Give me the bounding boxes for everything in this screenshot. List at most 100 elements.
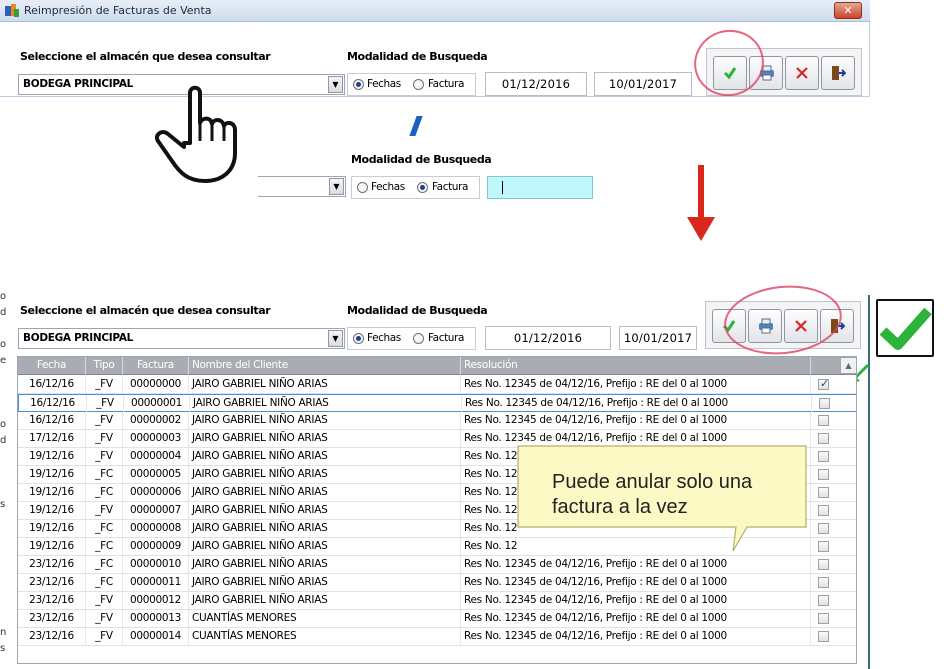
col-tipo[interactable]: Tipo xyxy=(86,357,123,375)
table-row[interactable]: 16/12/16 _FV 00000002 JAIRO GABRIEL NIÑO AR… xyxy=(18,412,856,430)
cell-factura: 00000002 xyxy=(123,412,189,429)
radio-factura[interactable] xyxy=(413,79,424,90)
cell-fecha: 23/12/16 xyxy=(18,628,86,645)
separator-slash xyxy=(409,116,423,136)
cell-cliente: CUANTÍAS MENORES xyxy=(189,610,461,627)
table-row[interactable]: 16/12/16 _FV 00000001 JAIRO GABRIEL NIÑO AR… xyxy=(18,394,856,412)
radio-fechas-2[interactable] xyxy=(357,182,368,193)
row-checkbox[interactable] xyxy=(818,595,829,606)
cell-factura: 00000007 xyxy=(123,502,189,519)
cell-fecha: 17/12/16 xyxy=(18,430,86,447)
cell-tipo: _FC xyxy=(86,520,123,537)
cell-factura: 00000011 xyxy=(123,574,189,591)
cancel-button[interactable] xyxy=(785,56,819,90)
row-checkbox[interactable] xyxy=(818,469,829,480)
radio-factura-2[interactable] xyxy=(417,182,428,193)
clipped-text xyxy=(0,578,8,594)
cell-fecha: 16/12/16 xyxy=(18,376,86,393)
cell-tipo: _FV xyxy=(86,628,123,645)
date-from-input-3[interactable]: 01/12/2016 xyxy=(485,326,611,350)
table-row[interactable]: 23/12/16 _FC 00000010 JAIRO GABRIEL NIÑO AR… xyxy=(18,556,856,574)
col-resolucion[interactable]: Resolución xyxy=(461,357,811,375)
cell-fecha: 16/12/16 xyxy=(18,412,86,429)
cell-cliente: JAIRO GABRIEL NIÑO ARIAS xyxy=(189,538,461,555)
row-checkbox[interactable] xyxy=(818,631,829,642)
text-caret xyxy=(502,181,503,194)
warehouse-combo-3[interactable]: BODEGA PRINCIPAL ▼ xyxy=(18,328,345,349)
cell-tipo: _FV xyxy=(86,430,123,447)
row-checkbox[interactable] xyxy=(818,415,829,426)
cell-fecha: 19/12/16 xyxy=(18,502,86,519)
table-row[interactable]: 23/12/16 _FV 00000012 JAIRO GABRIEL NIÑO AR… xyxy=(18,592,856,610)
scroll-up-button[interactable]: ▲ xyxy=(840,357,856,374)
close-button[interactable]: ✕ xyxy=(834,2,862,19)
cell-fecha: 19/12/16 xyxy=(18,538,86,555)
cell-fecha: 19/12/16 xyxy=(18,520,86,537)
date-to-input-3[interactable]: 10/01/2017 xyxy=(619,326,697,350)
row-checkbox[interactable] xyxy=(818,433,829,444)
warehouse-label: Seleccione el almacén que desea consulta… xyxy=(20,50,271,63)
radio-fechas[interactable] xyxy=(353,79,364,90)
cell-fecha: 23/12/16 xyxy=(18,610,86,627)
title-bar: Reimpresión de Facturas de Venta ✕ xyxy=(0,0,870,22)
row-checkbox[interactable] xyxy=(818,523,829,534)
chevron-down-icon[interactable]: ▼ xyxy=(328,330,343,347)
date-from-input[interactable]: 01/12/2016 xyxy=(485,72,587,96)
cell-resolucion: Res No. 12345 de 04/12/16, Prefijo : RE … xyxy=(461,610,811,627)
radio-factura-3[interactable] xyxy=(413,333,424,344)
table-row[interactable]: 23/12/16 _FV 00000014 CUANTÍAS MENORES Res N… xyxy=(18,628,856,646)
search-mode-label-2: Modalidad de Busqueda xyxy=(351,153,492,166)
cell-fecha: 16/12/16 xyxy=(19,395,87,412)
search-mode-label-3: Modalidad de Busqueda xyxy=(347,304,488,317)
radio-fechas-3[interactable] xyxy=(353,333,364,344)
big-check-box xyxy=(876,299,934,357)
warehouse-combo-2[interactable]: ▼ xyxy=(258,176,346,197)
clipped-text: o xyxy=(0,339,7,350)
clipped-text xyxy=(0,386,8,402)
clipped-text: d xyxy=(0,307,7,318)
cell-tipo: _FC xyxy=(86,466,123,483)
clipped-text: e xyxy=(0,355,7,366)
exit-door-icon xyxy=(832,66,846,80)
chevron-down-icon[interactable]: ▼ xyxy=(329,178,344,195)
row-checkbox[interactable] xyxy=(818,487,829,498)
clipped-text xyxy=(0,370,8,386)
col-fecha[interactable]: Fecha xyxy=(18,357,86,375)
row-checkbox[interactable] xyxy=(819,398,830,409)
table-row[interactable]: 16/12/16 _FV 00000000 JAIRO GABRIEL NIÑO AR… xyxy=(18,376,856,394)
clipped-text xyxy=(0,322,8,338)
cell-cliente: JAIRO GABRIEL NIÑO ARIAS xyxy=(189,502,461,519)
pointing-hand-icon xyxy=(155,85,237,183)
cell-tipo: _FC xyxy=(86,574,123,591)
cell-factura: 00000010 xyxy=(123,556,189,573)
row-checkbox[interactable] xyxy=(818,541,829,552)
cell-resolucion: Res No. 12345 de 04/12/16, Prefijo : RE … xyxy=(461,592,811,609)
chevron-down-icon[interactable]: ▼ xyxy=(328,76,343,93)
row-checkbox[interactable] xyxy=(818,377,829,390)
left-edge-marks: odoeodsns xyxy=(0,290,8,669)
clipped-text xyxy=(0,466,8,482)
row-checkbox[interactable] xyxy=(818,451,829,462)
cell-fecha: 23/12/16 xyxy=(18,574,86,591)
col-factura[interactable]: Factura xyxy=(123,357,189,375)
row-checkbox[interactable] xyxy=(818,505,829,516)
clipped-text xyxy=(0,482,8,498)
invoice-number-input[interactable] xyxy=(487,176,593,199)
cell-fecha: 23/12/16 xyxy=(18,556,86,573)
empty-row xyxy=(18,646,856,663)
cell-cliente: JAIRO GABRIEL NIÑO ARIAS xyxy=(189,520,461,537)
radio-fechas-label-3: Fechas xyxy=(367,332,401,344)
table-row[interactable]: 23/12/16 _FC 00000011 JAIRO GABRIEL NIÑO AR… xyxy=(18,574,856,592)
top-window: Reimpresión de Facturas de Venta ✕ Selec… xyxy=(0,0,870,104)
table-row[interactable]: 23/12/16 _FV 00000013 CUANTÍAS MENORES Res N… xyxy=(18,610,856,628)
cell-tipo: _FC xyxy=(86,484,123,501)
cell-factura: 00000012 xyxy=(123,592,189,609)
row-checkbox[interactable] xyxy=(818,613,829,624)
row-checkbox[interactable] xyxy=(818,559,829,570)
col-cliente[interactable]: Nombre del Cliente xyxy=(189,357,461,375)
date-to-input[interactable]: 10/01/2017 xyxy=(594,72,692,96)
clipped-text: s xyxy=(0,499,6,510)
clipped-text xyxy=(0,514,8,530)
exit-button[interactable] xyxy=(821,56,855,90)
row-checkbox[interactable] xyxy=(818,577,829,588)
